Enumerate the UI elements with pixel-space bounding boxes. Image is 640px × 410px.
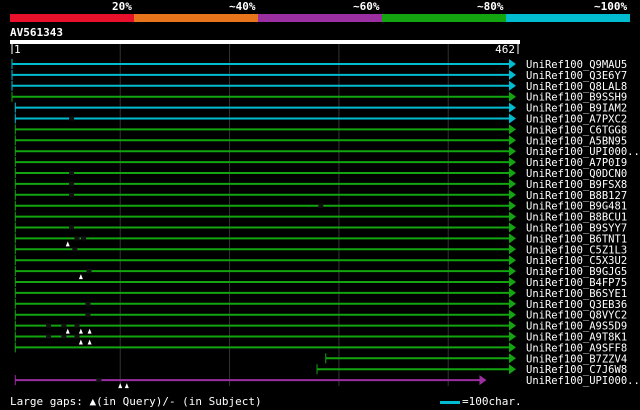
hit-arrow (509, 102, 516, 113)
subject-gap-mark (61, 323, 67, 328)
query-gap-mark (124, 383, 129, 389)
subject-gap-mark (69, 225, 75, 230)
hit-arrow (509, 309, 516, 320)
scale-bar (440, 400, 460, 404)
hit-label: UniRef100_UPI000.. (526, 375, 640, 387)
subject-gap-mark (46, 323, 52, 328)
hit-arrow (509, 59, 516, 69)
hit-arrow (509, 222, 516, 233)
hit-arrow (509, 364, 516, 375)
hit-arrow (509, 277, 516, 287)
query-gap-mark (78, 339, 83, 345)
hit-arrow (509, 157, 516, 168)
hit-arrow (509, 298, 516, 309)
hit-arrow (509, 320, 516, 331)
hit-arrow (509, 189, 516, 200)
subject-gap-mark (96, 378, 102, 383)
query-start-label: 1 (14, 43, 21, 56)
hit-arrow (509, 255, 516, 266)
subject-gap-mark (46, 334, 52, 339)
subject-gap-mark (85, 301, 91, 306)
hit-arrow (509, 331, 516, 342)
query-gap-mark (65, 328, 70, 334)
query-gap-mark (87, 328, 92, 334)
hit-arrow (509, 287, 516, 298)
query-gap-mark (87, 339, 92, 345)
subject-gap-mark (81, 236, 87, 241)
hit-arrow (509, 244, 516, 255)
hit-arrow (509, 178, 516, 189)
subject-gap-mark (318, 203, 324, 208)
subject-gap-mark (69, 192, 75, 197)
hit-arrow (509, 211, 516, 222)
subject-gap-mark (69, 171, 75, 175)
alignment-chart: 1 462UniRef100_Q9MAU5UniRef100_Q3E6Y7UniR… (10, 40, 640, 389)
hit-arrow (509, 91, 516, 102)
subject-gap-mark (74, 236, 80, 241)
hit-arrow (509, 135, 516, 146)
scale-label: =100char. (462, 395, 522, 408)
subject-gap-mark (69, 116, 75, 121)
subject-gap-mark (74, 323, 80, 328)
subject-gap-mark (86, 269, 92, 274)
hit-arrow (509, 113, 516, 124)
hit-arrow (509, 200, 516, 211)
hit-arrow (509, 146, 516, 157)
hit-arrow (509, 168, 516, 178)
subject-gap-mark (85, 312, 91, 317)
query-end-label: 462 (495, 43, 515, 56)
hit-arrow (509, 124, 516, 135)
hit-arrow (509, 69, 516, 80)
scale-legend: =100char. (440, 395, 522, 408)
query-gap-mark (78, 274, 83, 280)
gaps-legend: Large gaps: ▲(in Query)/- (in Subject) (10, 395, 262, 408)
subject-gap-mark (74, 334, 80, 339)
subject-gap-mark (72, 247, 78, 252)
query-bar (10, 40, 520, 44)
hit-arrow (509, 233, 516, 244)
query-gap-mark (78, 328, 83, 334)
hit-arrow (509, 342, 516, 353)
subject-gap-mark (69, 181, 75, 186)
hit-arrow (509, 266, 516, 277)
hit-arrow (479, 375, 487, 386)
subject-gap-mark (61, 334, 67, 339)
query-gap-mark (65, 241, 70, 247)
hit-arrow (509, 80, 516, 91)
hit-arrow (509, 353, 516, 364)
query-gap-mark (118, 383, 123, 389)
